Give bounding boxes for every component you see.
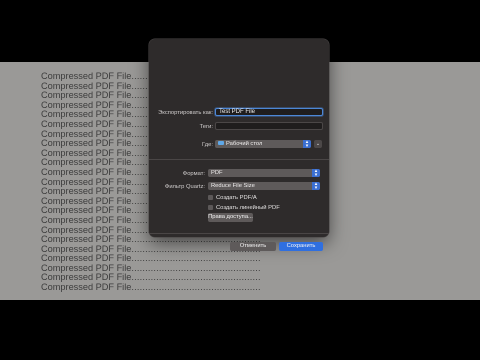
cancel-button[interactable]: Отменить bbox=[230, 242, 276, 251]
document-line-leader: ........................................… bbox=[131, 272, 261, 283]
create-linear-checkbox[interactable] bbox=[208, 204, 213, 210]
quartz-filter-popup[interactable]: Reduce File Size ▴ ▾ bbox=[208, 182, 320, 191]
format-value: PDF bbox=[211, 170, 223, 176]
quartz-filter-label: Фильтр Quartz: bbox=[164, 184, 205, 190]
create-linear-option[interactable]: Создать линейный PDF bbox=[208, 204, 280, 212]
document-line-text: Compressed PDF File bbox=[41, 234, 132, 245]
document-line-text: Compressed PDF File bbox=[41, 157, 132, 168]
create-pdfa-label: Создать PDF/A bbox=[216, 195, 257, 202]
tags-label: Теги: bbox=[199, 124, 213, 130]
format-label: Формат: bbox=[182, 171, 205, 177]
create-pdfa-option[interactable]: Создать PDF/A bbox=[208, 194, 257, 202]
document-line-text: Compressed PDF File bbox=[41, 214, 132, 225]
document-line-text: Compressed PDF File bbox=[41, 80, 132, 91]
create-pdfa-checkbox[interactable] bbox=[208, 194, 213, 200]
where-value: Рабочий стол bbox=[226, 141, 263, 147]
document-line-text: Compressed PDF File bbox=[41, 205, 132, 216]
document-line-text: Compressed PDF File bbox=[41, 262, 132, 273]
filename-input[interactable]: Test PDF File bbox=[215, 108, 323, 116]
updown-arrows-icon: ▴ ▾ bbox=[312, 182, 320, 191]
create-linear-label: Создать линейный PDF bbox=[216, 205, 280, 212]
save-button[interactable]: Сохранить bbox=[279, 242, 323, 251]
export-dialog: Экспортировать как: Test PDF File Теги: … bbox=[149, 39, 329, 251]
document-line: Compressed PDF File.....................… bbox=[41, 282, 261, 293]
document-line-text: Compressed PDF File bbox=[41, 282, 132, 293]
document-line-text: Compressed PDF File bbox=[41, 128, 132, 139]
document-line-text: Compressed PDF File bbox=[41, 90, 132, 101]
document-line-text: Compressed PDF File bbox=[41, 138, 132, 149]
document-line-text: Compressed PDF File bbox=[41, 272, 132, 283]
document-line-text: Compressed PDF File bbox=[41, 243, 132, 254]
format-popup[interactable]: PDF ▴ ▾ bbox=[208, 169, 320, 178]
document-line-text: Compressed PDF File bbox=[41, 176, 132, 187]
document-line-text: Compressed PDF File bbox=[41, 109, 132, 120]
expand-button[interactable]: ⌄ bbox=[314, 140, 322, 148]
folder-icon bbox=[218, 140, 224, 145]
where-popup[interactable]: Рабочий стол ▴ ▾ bbox=[215, 140, 311, 149]
document-line-text: Compressed PDF File bbox=[41, 186, 132, 197]
tags-input[interactable] bbox=[215, 122, 323, 130]
chevron-down-icon: ⌄ bbox=[315, 141, 321, 147]
document-line-text: Compressed PDF File bbox=[41, 147, 132, 158]
updown-arrows-icon: ▴ ▾ bbox=[312, 169, 320, 178]
document-line-text: Compressed PDF File bbox=[41, 99, 132, 110]
quartz-filter-value: Reduce File Size bbox=[211, 183, 255, 189]
document-line-text: Compressed PDF File bbox=[41, 71, 132, 81]
document-line-text: Compressed PDF File bbox=[41, 195, 132, 206]
document-line-leader: ........................................… bbox=[131, 253, 261, 264]
document-line-leader: ........................................… bbox=[131, 282, 261, 293]
document-line-text: Compressed PDF File bbox=[41, 118, 132, 129]
document-line-text: Compressed PDF File bbox=[41, 224, 132, 235]
document-line-leader: ........................................… bbox=[131, 262, 261, 273]
updown-arrows-icon: ▴ ▾ bbox=[303, 140, 311, 149]
export-as-label: Экспортировать как: bbox=[158, 110, 213, 116]
permissions-button[interactable]: Права доступа... bbox=[208, 213, 253, 222]
document-line-text: Compressed PDF File bbox=[41, 253, 132, 264]
separator bbox=[149, 233, 329, 234]
filename-value: Test PDF File bbox=[219, 109, 256, 115]
where-label: Где: bbox=[202, 142, 213, 148]
separator bbox=[149, 159, 329, 160]
document-line-text: Compressed PDF File bbox=[41, 166, 132, 177]
